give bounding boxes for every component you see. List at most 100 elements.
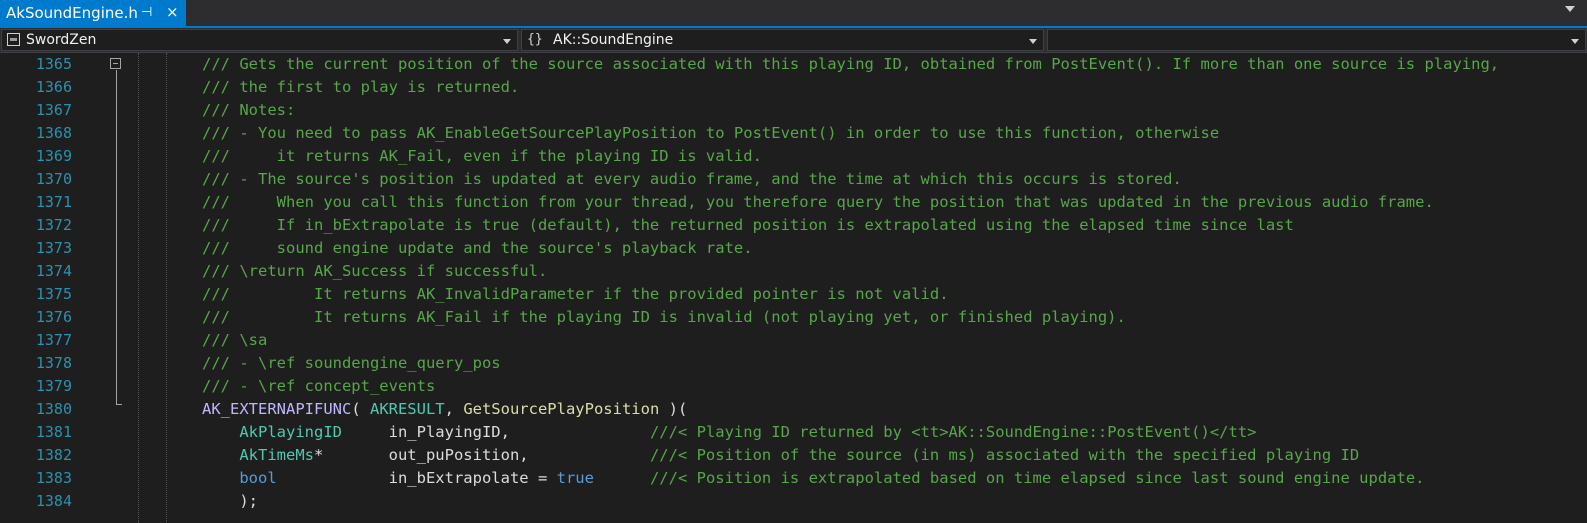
code-text: /// - \ref soundengine_query_pos xyxy=(202,352,501,375)
line-number: 1379 xyxy=(35,377,72,395)
scope-name: AK::SoundEngine xyxy=(553,32,674,48)
code-line[interactable]: 1384 ); xyxy=(0,490,1587,513)
line-number: 1366 xyxy=(35,78,72,96)
code-line[interactable]: 1375 /// It returns AK_InvalidParameter i… xyxy=(0,283,1587,306)
code-text: /// It returns AK_Fail if the playing ID… xyxy=(202,306,1126,329)
code-text: /// It returns AK_InvalidParameter if th… xyxy=(202,283,949,306)
code-token: ( xyxy=(351,400,370,418)
document-tab[interactable]: AkSoundEngine.h ⊣ × xyxy=(0,0,186,26)
code-token: /// Notes: xyxy=(202,101,296,119)
code-token: AkPlayingID xyxy=(239,423,342,441)
code-text: /// If in_bExtrapolate is true (default)… xyxy=(202,214,1294,237)
code-text: /// - \ref concept_events xyxy=(202,375,435,398)
code-token: /// the first to play is returned. xyxy=(202,78,520,96)
code-token: ///< Position of the source (in ms) asso… xyxy=(649,446,1360,464)
code-line[interactable]: 1372 /// If in_bExtrapolate is true (defa… xyxy=(0,214,1587,237)
line-number: 1369 xyxy=(35,147,72,165)
tab-list-dropdown-icon[interactable] xyxy=(1565,6,1575,12)
code-token: AK_EXTERNAPIFUNC xyxy=(202,400,352,418)
code-token: GetSourcePlayPosition xyxy=(463,400,660,418)
code-line[interactable]: 1367 /// Notes: xyxy=(0,99,1587,122)
code-text: /// When you call this function from you… xyxy=(202,191,1434,214)
code-token: /// - \ref concept_events xyxy=(202,377,436,395)
line-number: 1374 xyxy=(35,262,72,280)
code-token: /// it returns AK_Fail, even if the play… xyxy=(202,147,762,165)
code-text: ); xyxy=(202,490,258,513)
line-number: 1380 xyxy=(35,400,72,418)
line-number: 1384 xyxy=(35,492,72,510)
code-line[interactable]: 1377 /// \sa xyxy=(0,329,1587,352)
code-text: /// Gets the current position of the sou… xyxy=(202,53,1499,76)
chevron-down-icon[interactable] xyxy=(1029,39,1037,44)
code-token: /// - You need to pass AK_EnableGetSourc… xyxy=(202,124,1220,142)
code-line[interactable]: 1381 AkPlayingID in_PlayingID, ///< Play… xyxy=(0,421,1587,444)
code-line[interactable]: 1371 /// When you call this function from… xyxy=(0,191,1587,214)
code-token: /// It returns AK_Fail if the playing ID… xyxy=(202,308,1126,326)
code-line[interactable]: 1382 AkTimeMs* out_puPosition, ///< Posi… xyxy=(0,444,1587,467)
line-number: 1371 xyxy=(35,193,72,211)
code-text: /// the first to play is returned. xyxy=(202,76,519,99)
project-icon xyxy=(7,33,20,46)
code-token: /// It returns AK_InvalidParameter if th… xyxy=(202,285,949,303)
code-line[interactable]: 1366 /// the first to play is returned. xyxy=(0,76,1587,99)
namespace-icon: {} xyxy=(527,32,543,47)
code-line[interactable]: 1365 /// Gets the current position of the… xyxy=(0,53,1587,76)
code-line[interactable]: 1373 /// sound engine update and the sour… xyxy=(0,237,1587,260)
navigation-bar: SwordZen {} AK::SoundEngine xyxy=(0,28,1587,53)
code-token: ); xyxy=(202,492,258,510)
code-text: /// \sa xyxy=(202,329,267,352)
code-line[interactable]: 1374 /// \return AK_Success if successful… xyxy=(0,260,1587,283)
code-line[interactable]: 1380 AK_EXTERNAPIFUNC( AKRESULT, GetSourc… xyxy=(0,398,1587,421)
line-number: 1376 xyxy=(35,308,72,326)
code-token: * out_puPosition, xyxy=(313,446,650,464)
code-line[interactable]: 1378 /// - \ref soundengine_query_pos xyxy=(0,352,1587,375)
code-token: /// If in_bExtrapolate is true (default)… xyxy=(202,216,1294,234)
code-line[interactable]: 1368 /// - You need to pass AK_EnableGetS… xyxy=(0,122,1587,145)
close-icon[interactable]: × xyxy=(166,3,179,21)
code-text: bool in_bExtrapolate = true ///< Positio… xyxy=(202,467,1425,490)
scope-dropdown[interactable]: {} AK::SoundEngine xyxy=(521,29,1044,51)
code-token: /// - \ref soundengine_query_pos xyxy=(202,354,501,372)
tab-title: AkSoundEngine.h xyxy=(6,4,138,22)
code-text: /// - The source's position is updated a… xyxy=(202,168,1182,191)
document-tab-strip: AkSoundEngine.h ⊣ × xyxy=(0,0,1587,28)
code-token: /// When you call this function from you… xyxy=(202,193,1434,211)
line-number: 1381 xyxy=(35,423,72,441)
code-token: /// \return AK_Success if successful. xyxy=(202,262,548,280)
project-name: SwordZen xyxy=(26,32,97,48)
code-line[interactable]: 1376 /// It returns AK_Fail if the playin… xyxy=(0,306,1587,329)
code-text: /// sound engine update and the source's… xyxy=(202,237,753,260)
code-text: /// it returns AK_Fail, even if the play… xyxy=(202,145,762,168)
line-number: 1365 xyxy=(35,55,72,73)
code-token: /// - The source's position is updated a… xyxy=(202,170,1182,188)
code-line[interactable]: 1370 /// - The source's position is updat… xyxy=(0,168,1587,191)
code-token: /// Gets the current position of the sou… xyxy=(202,55,1500,73)
code-token: AkTimeMs xyxy=(239,446,314,464)
pin-icon[interactable]: ⊣ xyxy=(141,5,152,20)
code-editor[interactable]: 1365 /// Gets the current position of the… xyxy=(0,53,1587,523)
code-line[interactable]: 1379 /// - \ref concept_events xyxy=(0,375,1587,398)
line-number: 1373 xyxy=(35,239,72,257)
code-token: bool xyxy=(239,469,277,487)
line-number: 1383 xyxy=(35,469,72,487)
code-token: ///< Position is extrapolated based on t… xyxy=(649,469,1425,487)
project-dropdown[interactable]: SwordZen xyxy=(1,29,518,51)
code-line[interactable]: 1369 /// it returns AK_Fail, even if the … xyxy=(0,145,1587,168)
code-token: AKRESULT xyxy=(369,400,445,418)
line-number: 1368 xyxy=(35,124,72,142)
code-text: AkTimeMs* out_puPosition, ///< Position … xyxy=(202,444,1359,467)
chevron-down-icon[interactable] xyxy=(503,39,511,44)
code-token: )( xyxy=(659,400,688,418)
chevron-down-icon[interactable] xyxy=(1571,39,1579,44)
code-text: /// \return AK_Success if successful. xyxy=(202,260,547,283)
line-number: 1378 xyxy=(35,354,72,372)
code-line[interactable]: 1383 bool in_bExtrapolate = true ///< Po… xyxy=(0,467,1587,490)
code-text: /// Notes: xyxy=(202,99,295,122)
code-token: /// \sa xyxy=(202,331,268,349)
member-dropdown[interactable] xyxy=(1047,29,1586,51)
code-token: true xyxy=(556,469,594,487)
code-token: , xyxy=(444,400,464,418)
